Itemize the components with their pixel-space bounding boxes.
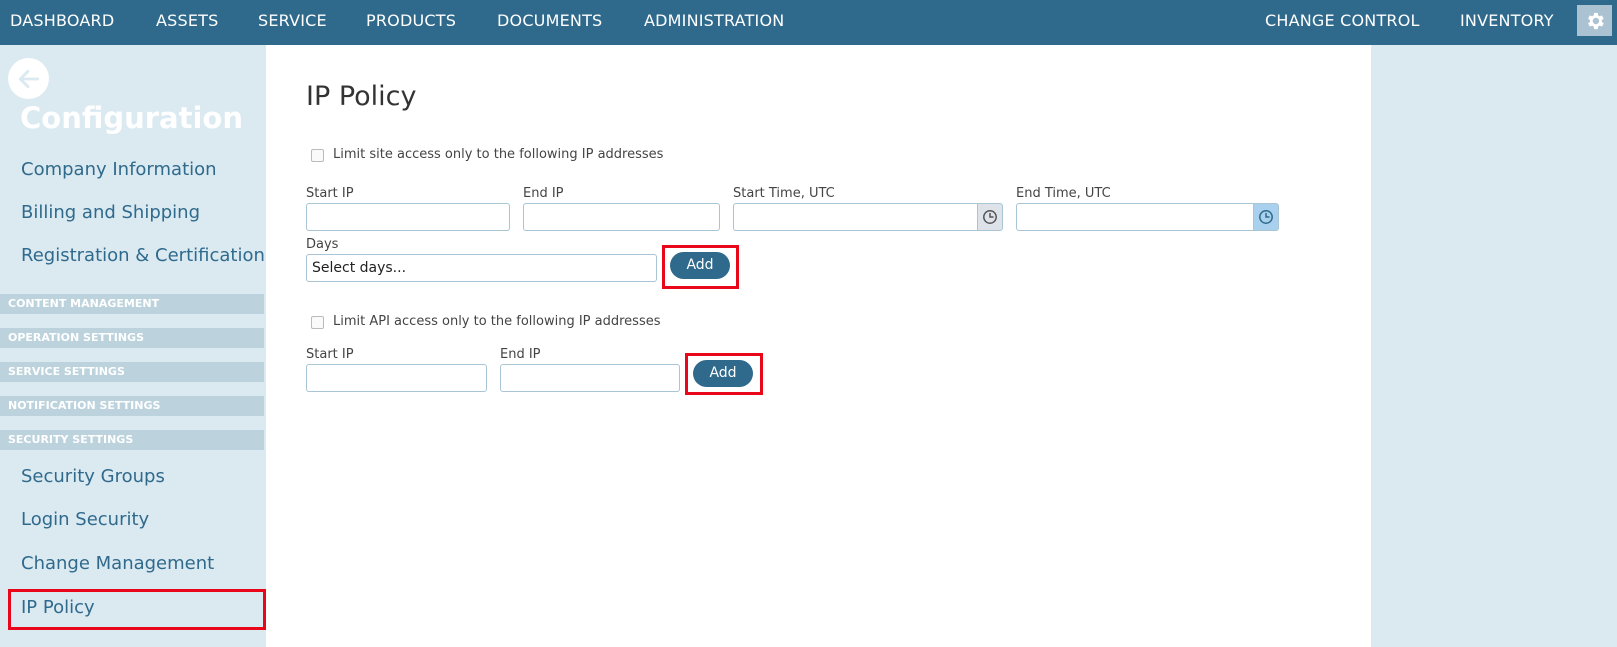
sidebar-title: Configuration: [20, 101, 243, 135]
site-end-ip-label: End IP: [523, 186, 564, 201]
sidebar-item-billing-and-shipping[interactable]: Billing and Shipping: [21, 202, 200, 223]
clock-icon: [1259, 210, 1273, 224]
highlight-box-add-site: [662, 245, 739, 289]
sidebar-item-security-groups[interactable]: Security Groups: [21, 466, 165, 487]
site-access-label: Limit site access only to the following …: [333, 147, 664, 162]
site-end-ip-input[interactable]: [523, 203, 720, 231]
highlight-box-ip-policy: [8, 589, 266, 630]
right-panel: [1371, 45, 1617, 647]
sidebar-section-service-settings[interactable]: SERVICE SETTINGS: [0, 362, 264, 382]
highlight-box-add-api: [685, 353, 763, 395]
sidebar-section-content-management[interactable]: CONTENT MANAGEMENT: [0, 294, 264, 314]
end-time-picker-button[interactable]: [1253, 203, 1279, 231]
nav-administration[interactable]: ADMINISTRATION: [644, 0, 784, 45]
api-end-ip-input[interactable]: [500, 364, 680, 392]
nav-service[interactable]: SERVICE: [258, 0, 327, 45]
site-access-checkbox[interactable]: [311, 149, 324, 162]
api-end-ip-label: End IP: [500, 347, 541, 362]
days-select[interactable]: Select days...: [306, 254, 657, 282]
nav-inventory[interactable]: INVENTORY: [1460, 0, 1554, 45]
sidebar-section-operation-settings[interactable]: OPERATION SETTINGS: [0, 328, 264, 348]
arrow-left-icon: [18, 69, 39, 88]
page-title: IP Policy: [306, 81, 417, 112]
nav-dashboard[interactable]: DASHBOARD: [10, 0, 114, 45]
clock-icon: [983, 210, 997, 224]
api-start-ip-input[interactable]: [306, 364, 487, 392]
main-content: IP Policy Limit site access only to the …: [266, 45, 1371, 647]
days-label: Days: [306, 237, 339, 252]
end-time-input[interactable]: [1016, 203, 1254, 231]
site-start-ip-input[interactable]: [306, 203, 510, 231]
sidebar: Configuration Company Information Billin…: [0, 45, 266, 647]
site-start-ip-label: Start IP: [306, 186, 354, 201]
gear-icon: [1587, 12, 1604, 29]
sidebar-item-change-management[interactable]: Change Management: [21, 553, 214, 574]
nav-change-control[interactable]: CHANGE CONTROL: [1265, 0, 1420, 45]
start-time-input[interactable]: [733, 203, 978, 231]
api-start-ip-label: Start IP: [306, 347, 354, 362]
api-access-checkbox[interactable]: [311, 316, 324, 329]
nav-products[interactable]: PRODUCTS: [366, 0, 456, 45]
sidebar-section-security-settings[interactable]: SECURITY SETTINGS: [0, 430, 264, 450]
sidebar-item-company-information[interactable]: Company Information: [21, 159, 217, 180]
sidebar-item-registration-certification[interactable]: Registration & Certification: [21, 245, 265, 266]
back-button[interactable]: [8, 58, 49, 99]
end-time-label: End Time, UTC: [1016, 186, 1111, 201]
start-time-label: Start Time, UTC: [733, 186, 835, 201]
sidebar-item-login-security[interactable]: Login Security: [21, 509, 149, 530]
sidebar-section-notification-settings[interactable]: NOTIFICATION SETTINGS: [0, 396, 264, 416]
nav-assets[interactable]: ASSETS: [156, 0, 219, 45]
start-time-picker-button[interactable]: [977, 203, 1003, 231]
nav-documents[interactable]: DOCUMENTS: [497, 0, 602, 45]
settings-gear-button[interactable]: [1577, 5, 1612, 36]
api-access-label: Limit API access only to the following I…: [333, 314, 661, 329]
top-nav: DASHBOARD ASSETS SERVICE PRODUCTS DOCUME…: [0, 0, 1617, 45]
